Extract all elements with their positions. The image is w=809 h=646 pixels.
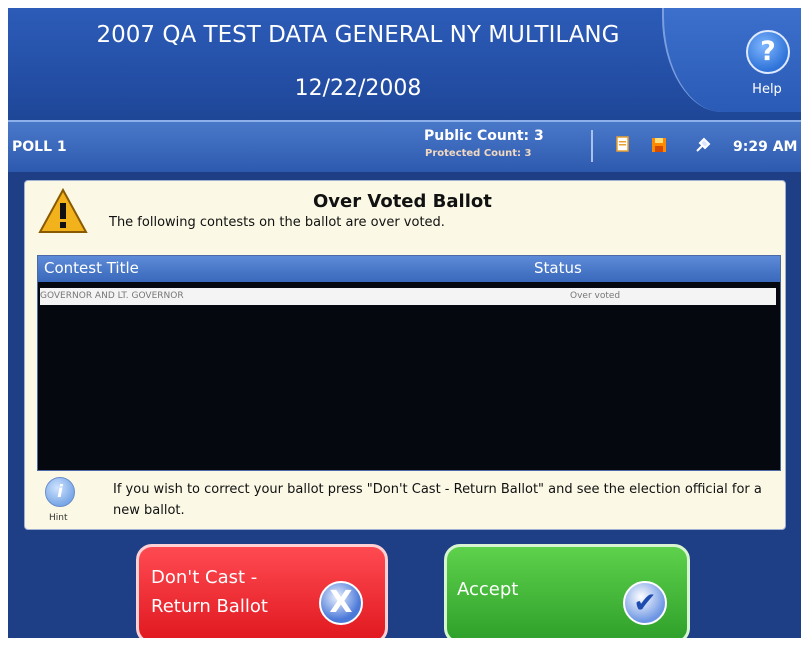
- contest-title-cell: GOVERNOR AND LT. GOVERNOR: [40, 291, 184, 301]
- contest-table[interactable]: Contest Title Status GOVERNOR AND LT. GO…: [37, 255, 781, 471]
- dont-cast-label-line2: Return Ballot: [151, 596, 268, 617]
- warning-icon: [38, 187, 88, 233]
- help-icon[interactable]: ?: [746, 30, 790, 74]
- election-date: 12/22/2008: [294, 76, 422, 101]
- hint-label: Hint: [49, 513, 68, 523]
- printer-icon: [616, 136, 629, 152]
- election-title: 2007 QA TEST DATA GENERAL NY MULTILANG: [96, 22, 620, 48]
- hint-icon[interactable]: i: [45, 477, 75, 507]
- poll-label: POLL 1: [12, 139, 67, 155]
- accept-label: Accept: [457, 579, 519, 600]
- column-contest-title: Contest Title: [44, 259, 139, 277]
- dont-cast-return-ballot-button[interactable]: Don't Cast - Return Ballot X: [136, 544, 388, 638]
- hint-text: If you wish to correct your ballot press…: [113, 482, 762, 518]
- power-plug-icon: [696, 137, 711, 152]
- disk-icon: [652, 138, 666, 152]
- checkmark-icon: ✔: [623, 581, 667, 625]
- header: 2007 QA TEST DATA GENERAL NY MULTILANG 1…: [8, 8, 801, 130]
- public-count: Public Count: 3: [424, 128, 544, 144]
- over-voted-dialog: Over Voted Ballot The following contests…: [24, 180, 786, 530]
- dont-cast-label-line1: Don't Cast -: [151, 567, 258, 588]
- help-label[interactable]: Help: [744, 82, 790, 97]
- voting-screen: 2007 QA TEST DATA GENERAL NY MULTILANG 1…: [8, 8, 801, 638]
- dialog-title: Over Voted Ballot: [313, 191, 492, 212]
- table-row[interactable]: GOVERNOR AND LT. GOVERNOR Over voted: [40, 288, 776, 305]
- x-icon: X: [319, 581, 363, 625]
- column-status: Status: [534, 259, 582, 277]
- accept-button[interactable]: Accept ✔: [444, 544, 690, 638]
- clock: 9:29 AM: [733, 139, 798, 155]
- status-divider: [591, 130, 593, 162]
- dont-cast-label: Don't Cast - Return Ballot: [151, 563, 268, 621]
- table-header: Contest Title Status: [38, 256, 780, 282]
- status-bar: POLL 1 Public Count: 3 Protected Count: …: [8, 120, 801, 172]
- dialog-subtitle: The following contests on the ballot are…: [109, 215, 445, 230]
- status-cell: Over voted: [570, 291, 621, 301]
- protected-count: Protected Count: 3: [425, 148, 532, 159]
